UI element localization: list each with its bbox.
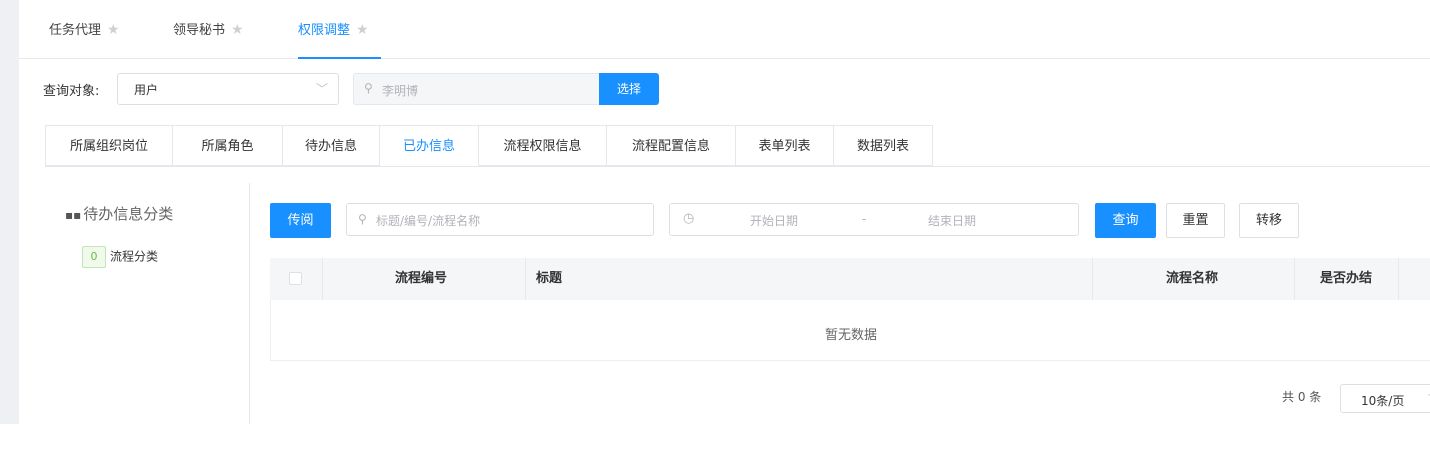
start-date-placeholder[interactable]: 开始日期 — [750, 212, 798, 229]
count-badge: 0 — [82, 246, 106, 268]
category-title: ▪▪ 待办信息分类 — [65, 203, 173, 224]
end-date-placeholder[interactable]: 结束日期 — [928, 212, 976, 229]
date-range-picker[interactable]: ◷ 开始日期 - 结束日期 — [669, 203, 1079, 236]
vertical-divider — [249, 183, 250, 424]
query-button[interactable]: 查询 — [1095, 203, 1156, 238]
total-count: 共 0 条 — [1282, 390, 1322, 404]
table-body: 暂无数据 — [270, 300, 1430, 361]
user-search-input[interactable]: ⚲ 李明博 — [353, 73, 600, 105]
keyword-placeholder: 标题/编号/流程名称 — [376, 214, 481, 228]
column-divider — [1092, 258, 1093, 300]
tab-task-agent[interactable]: 任务代理 ★ — [49, 20, 120, 40]
tab-label: 领导秘书 — [173, 23, 226, 38]
top-tabs: 任务代理 ★ 领导秘书 ★ 权限调整 ★ — [19, 0, 1430, 59]
tab-label: 任务代理 — [49, 23, 102, 38]
user-search-placeholder: 李明博 — [382, 84, 419, 98]
subtab-process-permission[interactable]: 流程权限信息 — [479, 125, 607, 166]
empty-text: 暂无数据 — [824, 328, 877, 343]
select-button[interactable]: 选择 — [599, 73, 659, 105]
column-divider — [525, 258, 526, 300]
tab-permission-adjust[interactable]: 权限调整 ★ — [298, 20, 369, 40]
clock-icon: ◷ — [683, 211, 695, 226]
subtab-done[interactable]: 已办信息 — [380, 125, 479, 166]
subtab-form-list[interactable]: 表单列表 — [736, 125, 834, 166]
tab-label: 权限调整 — [298, 23, 351, 38]
tab-leader-secretary[interactable]: 领导秘书 ★ — [173, 20, 244, 40]
query-object-select[interactable]: 用户 ﹀ — [117, 73, 339, 105]
column-divider — [322, 258, 323, 300]
search-icon: ⚲ — [358, 212, 367, 226]
grid-icon: ▪▪ — [65, 208, 82, 222]
subtab-data-list[interactable]: 数据列表 — [834, 125, 933, 166]
column-header-finished[interactable]: 是否办结 — [1320, 258, 1372, 300]
category-item[interactable]: 0 流程分类 — [82, 246, 158, 268]
transfer-button[interactable]: 转移 — [1239, 203, 1299, 238]
category-item-label: 流程分类 — [110, 249, 159, 264]
star-icon[interactable]: ★ — [356, 22, 369, 38]
reset-button[interactable]: 重置 — [1166, 203, 1225, 238]
chevron-down-icon: ﹀ — [315, 82, 328, 96]
column-divider — [1398, 258, 1399, 300]
column-divider — [1294, 258, 1295, 300]
keyword-search-input[interactable]: ⚲ 标题/编号/流程名称 — [346, 203, 654, 236]
category-title-text: 待办信息分类 — [83, 205, 174, 223]
page-bottom — [0, 424, 1430, 458]
page-size-value: 10条/页 — [1361, 394, 1405, 408]
column-header-process-name[interactable]: 流程名称 — [1166, 258, 1218, 300]
star-icon[interactable]: ★ — [231, 22, 244, 38]
subtab-org-position[interactable]: 所属组织岗位 — [45, 125, 173, 166]
subtab-process-config[interactable]: 流程配置信息 — [607, 125, 736, 166]
table-header: 流程编号 标题 流程名称 是否办结 — [270, 258, 1430, 300]
star-icon[interactable]: ★ — [107, 22, 120, 38]
left-gutter — [0, 0, 19, 424]
subtab-todo[interactable]: 待办信息 — [283, 125, 380, 166]
column-header-title[interactable]: 标题 — [536, 258, 562, 300]
circulate-button[interactable]: 传阅 — [270, 203, 331, 238]
search-icon: ⚲ — [364, 81, 373, 95]
query-object-label: 查询对象: — [43, 84, 100, 99]
query-object-value: 用户 — [134, 83, 159, 97]
subtab-roles[interactable]: 所属角色 — [173, 125, 283, 166]
select-all-checkbox[interactable] — [289, 272, 302, 285]
main-panel: 任务代理 ★ 领导秘书 ★ 权限调整 ★ 查询对象: 用户 ﹀ ⚲ 李明博 选择 所属… — [19, 0, 1430, 424]
page-size-select[interactable]: 10条/页 ﹀ — [1340, 384, 1430, 413]
active-tab-underline — [298, 57, 381, 59]
date-separator: - — [862, 212, 867, 226]
column-header-process-no[interactable]: 流程编号 — [395, 258, 447, 300]
